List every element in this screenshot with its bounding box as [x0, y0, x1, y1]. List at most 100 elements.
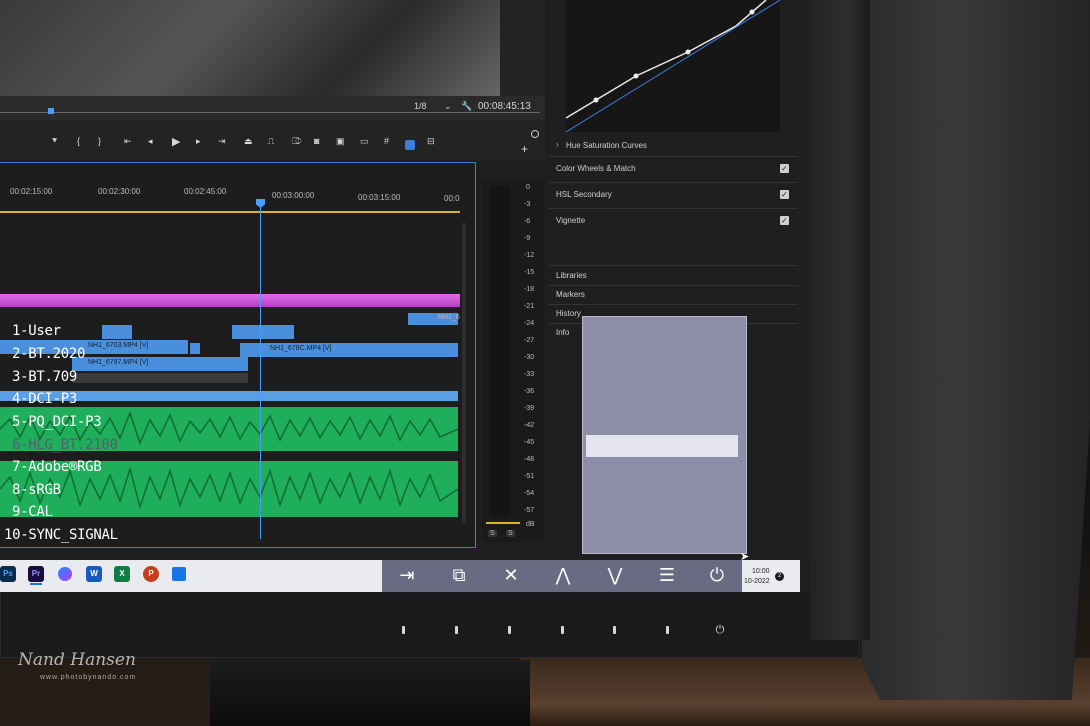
work-area-bar[interactable]: [0, 211, 460, 213]
osd-item[interactable]: 10-SYNC_SIGNAL: [4, 527, 118, 543]
menu-icon[interactable]: ☰: [654, 565, 680, 587]
comparison-icon[interactable]: ⎄: [292, 136, 302, 147]
meter-level: [486, 522, 520, 524]
input-icon[interactable]: ⇥: [394, 565, 420, 587]
power-icon[interactable]: ⏻: [704, 565, 730, 587]
curve-graph[interactable]: [565, 0, 781, 133]
checkbox-hsl-secondary[interactable]: ✓: [780, 190, 789, 199]
excel-icon[interactable]: X: [114, 566, 130, 582]
osd-item[interactable]: 3-BT.709: [12, 369, 77, 385]
video-clip[interactable]: [232, 325, 294, 339]
osd-item[interactable]: 9-CAL: [12, 504, 53, 520]
up-icon[interactable]: ⋀: [550, 565, 576, 587]
step-forward-icon[interactable]: ▸: [196, 136, 201, 147]
vertical-scrollbar[interactable]: [462, 223, 466, 523]
clip-label: NH1_678C.MP4 [V]: [270, 345, 332, 352]
osd-item[interactable]: 2-BT.2020: [12, 346, 85, 362]
panel-info[interactable]: Info: [556, 328, 569, 337]
scrub-handle[interactable]: [48, 108, 54, 114]
video-clip[interactable]: NH1_678C.MP4 [V]: [240, 343, 458, 357]
zoom-select[interactable]: 1/8: [414, 101, 427, 111]
add-marker-icon[interactable]: ⯆: [51, 136, 58, 147]
osd-selected-highlight: [586, 435, 738, 457]
solo-button[interactable]: S: [506, 530, 515, 537]
adjustment-clip[interactable]: [0, 294, 460, 307]
panel-markers[interactable]: Markers: [556, 290, 585, 299]
front-button[interactable]: [402, 626, 405, 634]
close-icon[interactable]: ✕: [498, 565, 524, 587]
meter-tick: -18: [524, 286, 535, 293]
clip-label: NH1_6703.MP4 [V]: [88, 342, 149, 349]
video-clip[interactable]: NH1_6797.MP4 [V]: [72, 357, 248, 371]
power-button-icon[interactable]: ⏻: [714, 624, 726, 636]
add-button-icon[interactable]: +: [521, 142, 528, 156]
proxy-icon[interactable]: ▭: [360, 136, 369, 147]
panel-history[interactable]: History: [556, 309, 581, 318]
mark-out-icon[interactable]: }: [98, 136, 101, 146]
overlay-icon[interactable]: ⊟: [427, 136, 435, 147]
go-to-out-icon[interactable]: ⇥: [218, 136, 226, 147]
premiere-icon[interactable]: Pr: [28, 566, 44, 582]
section-color-wheels[interactable]: Color Wheels & Match: [556, 164, 636, 173]
calendar-icon[interactable]: [172, 567, 186, 581]
section-hsl-secondary[interactable]: HSL Secondary: [556, 190, 612, 199]
front-button[interactable]: [561, 626, 564, 634]
notification-badge[interactable]: 2: [775, 572, 784, 581]
down-icon[interactable]: ⋁: [602, 565, 628, 587]
safe-margins-icon[interactable]: ▣: [336, 136, 345, 147]
video-clip[interactable]: [102, 325, 132, 339]
meter-tick: -54: [524, 490, 535, 497]
osd-item[interactable]: 7-Adobe®RGB: [12, 459, 102, 475]
scrub-bar[interactable]: [0, 112, 540, 113]
hood-edge: [810, 0, 870, 640]
signature-watermark: Nand Hansen: [18, 650, 136, 670]
osd-item[interactable]: 4-DCI-P3: [12, 391, 77, 407]
mode-icon[interactable]: ⧉: [446, 565, 472, 587]
front-button[interactable]: [455, 626, 458, 634]
chevron-down-icon[interactable]: ⌄: [444, 101, 452, 112]
divider: [548, 182, 798, 183]
lift-icon[interactable]: ⏏: [244, 136, 253, 147]
clock-date[interactable]: 10-2022: [744, 578, 770, 585]
meter-tick: -57: [524, 507, 535, 514]
checkbox-color-wheels[interactable]: ✓: [780, 164, 789, 173]
clock-time[interactable]: 10:00: [752, 568, 770, 575]
wrench-icon[interactable]: 🔧: [461, 101, 472, 112]
osd-item[interactable]: 5-PQ_DCI-P3: [12, 414, 102, 430]
meter-tick: -48: [524, 456, 535, 463]
nested-clip[interactable]: [72, 373, 248, 383]
meter-tick: -51: [524, 473, 535, 480]
resize-handle[interactable]: [531, 130, 539, 138]
photoshop-icon[interactable]: Ps: [0, 566, 16, 582]
osd-item[interactable]: 8-sRGB: [12, 482, 61, 498]
section-hue-saturation-curves[interactable]: Hue Saturation Curves: [566, 141, 647, 150]
front-button[interactable]: [613, 626, 616, 634]
video-clip[interactable]: NH1_6: [408, 313, 460, 325]
mark-in-icon[interactable]: {: [77, 136, 80, 146]
osd-item-selected[interactable]: 6-HLG_BT.2100: [12, 437, 118, 453]
ruler-label: 00:0: [444, 194, 460, 203]
osd-item[interactable]: 1-User: [12, 323, 61, 339]
powerpoint-icon[interactable]: P: [143, 566, 159, 582]
solo-button[interactable]: S: [488, 530, 497, 537]
word-icon[interactable]: W: [86, 566, 102, 582]
vr-icon[interactable]: [405, 140, 415, 150]
expander-icon[interactable]: ›: [556, 140, 559, 149]
export-frame-icon[interactable]: ◙: [314, 136, 319, 146]
video-clip[interactable]: [190, 343, 200, 354]
front-button[interactable]: [666, 626, 669, 634]
play-icon[interactable]: ▶: [172, 135, 180, 148]
go-to-in-icon[interactable]: ⇤: [124, 136, 132, 147]
step-back-icon[interactable]: ◂: [148, 136, 153, 147]
meter-bar: [490, 186, 510, 516]
front-button[interactable]: [508, 626, 511, 634]
messenger-icon[interactable]: [58, 567, 72, 581]
grid-icon[interactable]: #: [384, 136, 389, 146]
panel-libraries[interactable]: Libraries: [556, 271, 587, 280]
meter-tick: -24: [524, 320, 535, 327]
section-vignette[interactable]: Vignette: [556, 216, 585, 225]
playhead-line[interactable]: [260, 199, 261, 539]
checkbox-vignette[interactable]: ✓: [780, 216, 789, 225]
extract-icon[interactable]: ⎍: [268, 136, 274, 147]
meter-tick: -6: [524, 218, 531, 225]
